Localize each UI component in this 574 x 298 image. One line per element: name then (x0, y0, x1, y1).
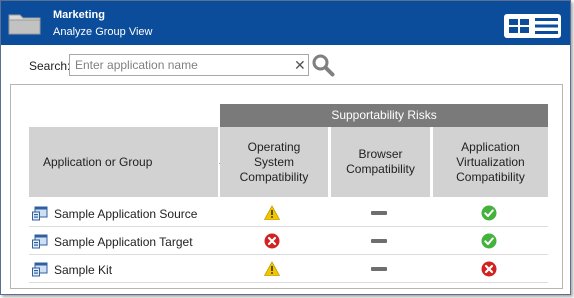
search-bar: Search: ✕ (1, 49, 570, 83)
application-icon (32, 234, 48, 249)
app-window: Marketing Analyze Group View Search: ✕ (0, 0, 571, 295)
title-bar: Marketing Analyze Group View (1, 1, 570, 45)
column-header-browser-compatibility[interactable]: Browser Compatibility (331, 127, 430, 197)
column-header-label: Application or Group (43, 154, 153, 169)
view-switcher (504, 14, 561, 38)
grid-view-icon[interactable] (508, 17, 530, 35)
compatible-icon (481, 205, 497, 221)
column-header-label: Operating System Compatibility (239, 139, 309, 184)
group-title: Marketing (53, 9, 105, 21)
table-row[interactable]: Sample Application Source (29, 199, 548, 227)
search-icon[interactable] (311, 53, 335, 77)
results-panel: Supportability Risks Application or Grou… (10, 84, 563, 289)
table-row[interactable]: Sample Kit (29, 255, 548, 283)
search-input[interactable] (70, 55, 290, 75)
column-header-label: Browser Compatibility (346, 147, 415, 176)
incompatible-icon (264, 233, 280, 249)
warning-icon (263, 261, 281, 277)
incompatible-icon (481, 261, 497, 277)
view-subtitle: Analyze Group View (53, 26, 153, 38)
not-applicable-icon (371, 239, 387, 243)
column-header-application[interactable]: Application or Group (29, 127, 229, 197)
list-view-icon[interactable] (535, 17, 558, 35)
compatible-icon (481, 233, 497, 249)
not-applicable-icon (371, 267, 387, 271)
not-applicable-icon (371, 211, 387, 215)
column-header-virtualization-compatibility[interactable]: Application Virtualization Compatibility (433, 127, 548, 197)
warning-icon (263, 205, 281, 221)
table-row[interactable]: Sample Application Target (29, 227, 548, 255)
application-name: Sample Application Target (54, 235, 193, 249)
search-label: Search: (29, 59, 71, 73)
column-header-os-compatibility[interactable]: Operating System Compatibility (220, 127, 328, 197)
folder-icon (8, 14, 41, 35)
application-name: Sample Application Source (54, 207, 198, 221)
application-icon (32, 262, 48, 277)
application-name: Sample Kit (54, 263, 113, 277)
column-header-label: Application Virtualization Compatibility (456, 139, 525, 184)
search-input-box: ✕ (69, 54, 309, 76)
supportability-risks-header: Supportability Risks (220, 104, 548, 127)
application-icon (32, 206, 48, 221)
clear-icon[interactable]: ✕ (294, 56, 306, 74)
